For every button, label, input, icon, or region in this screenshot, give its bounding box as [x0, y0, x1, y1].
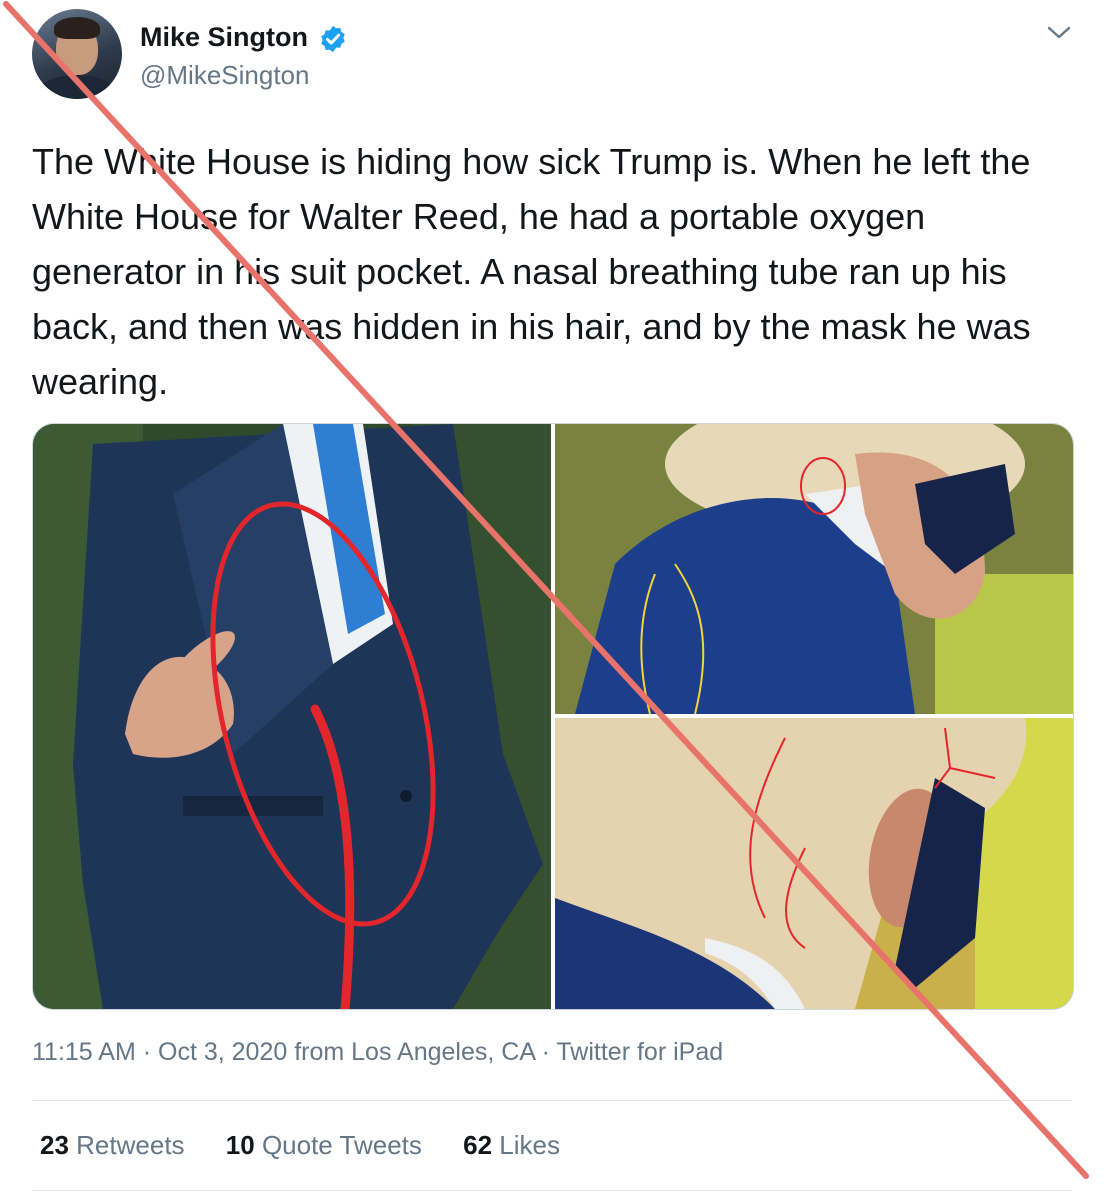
- chevron-down-icon[interactable]: [1046, 22, 1072, 42]
- tweet-client[interactable]: Twitter for iPad: [556, 1038, 723, 1066]
- likes-stat[interactable]: 62 Likes: [463, 1130, 560, 1160]
- retweets-stat[interactable]: 23 Retweets: [40, 1130, 185, 1160]
- verified-badge-icon: [321, 25, 345, 53]
- avatar-shoulders: [36, 75, 118, 99]
- tweet-date-location[interactable]: Oct 3, 2020 from Los Angeles, CA: [158, 1038, 535, 1066]
- tweet-meta: 11:15 AM · Oct 3, 2020 from Los Angeles,…: [32, 1038, 723, 1067]
- photo-neck-back[interactable]: [555, 424, 1073, 714]
- tweet-stats: 23 Retweets 10 Quote Tweets 62 Likes: [40, 1130, 594, 1161]
- quote-tweets-stat[interactable]: 10 Quote Tweets: [226, 1130, 422, 1160]
- author-handle[interactable]: @MikeSington: [140, 60, 309, 91]
- quote-tweets-count: 10: [225, 1130, 255, 1160]
- avatar-hair: [54, 17, 100, 39]
- retweets-label: Retweets: [76, 1130, 185, 1160]
- meta-separator: ·: [541, 1038, 550, 1066]
- photo-hair-closeup[interactable]: [555, 718, 1073, 1009]
- tweet-text: The White House is hiding how sick Trump…: [32, 141, 1031, 402]
- divider: [32, 1100, 1072, 1101]
- author-name[interactable]: Mike Sington: [140, 22, 308, 53]
- media-grid[interactable]: [32, 423, 1074, 1010]
- likes-count: 62: [463, 1130, 493, 1160]
- divider: [32, 1190, 1072, 1191]
- likes-label: Likes: [499, 1130, 560, 1160]
- avatar[interactable]: [32, 9, 122, 99]
- meta-separator: ·: [142, 1038, 152, 1066]
- quote-tweets-label: Quote Tweets: [261, 1130, 422, 1160]
- retweets-count: 23: [40, 1130, 69, 1160]
- photo-suit-jacket[interactable]: [33, 424, 551, 1009]
- tweet-time[interactable]: 11:15 AM: [32, 1038, 136, 1066]
